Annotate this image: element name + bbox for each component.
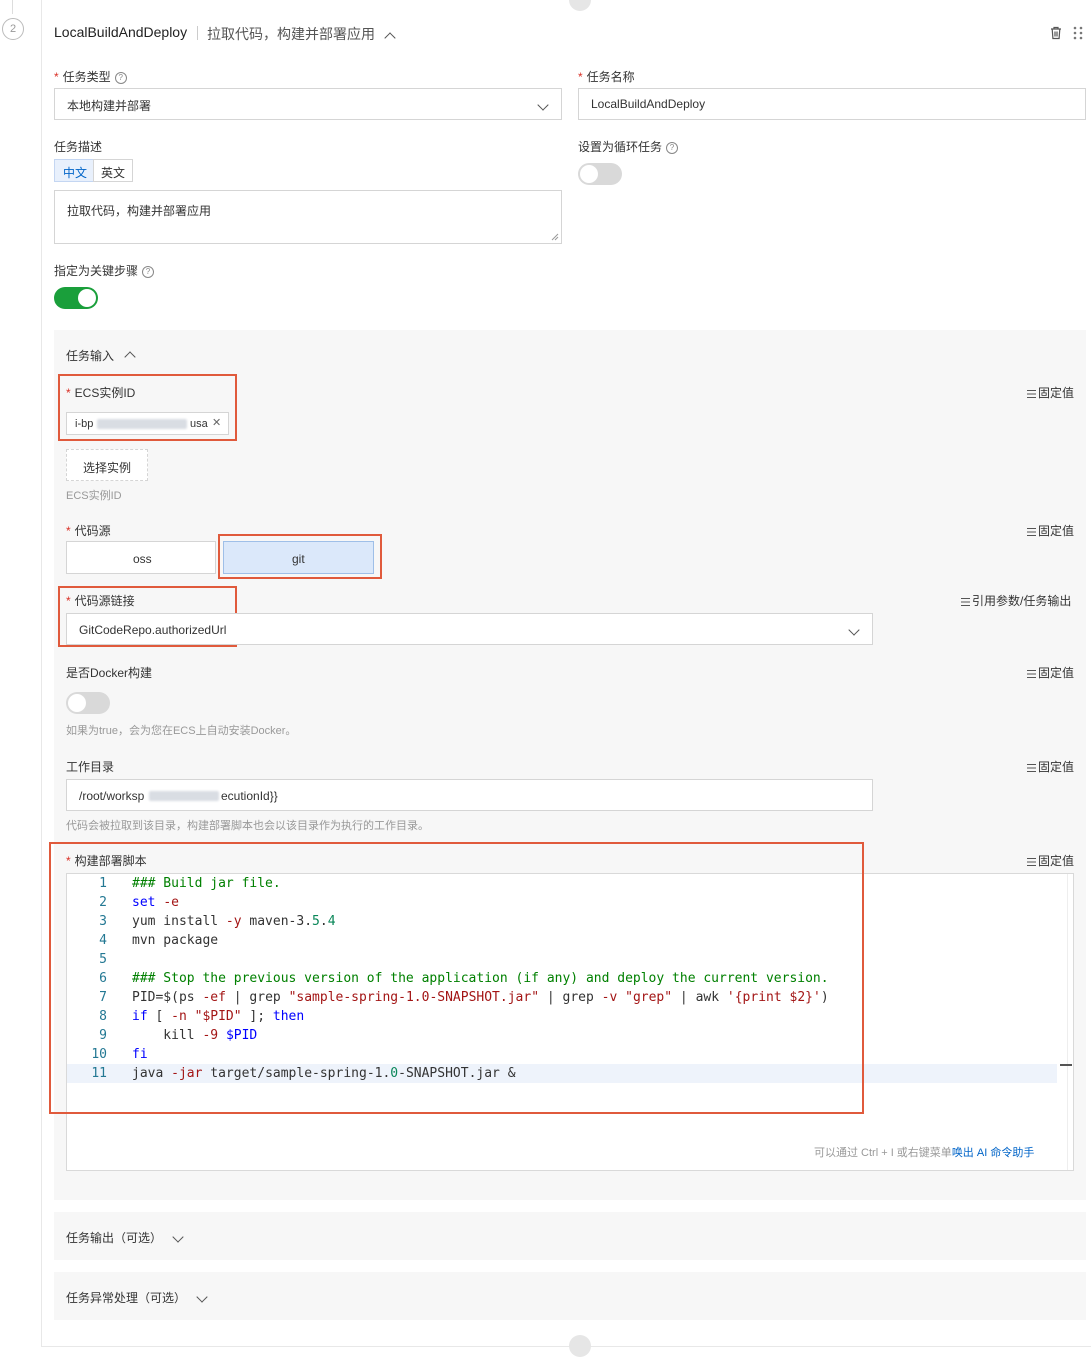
ecs-fixed-value-toggle[interactable]: 固定值 [1027, 384, 1074, 401]
collapse-task-button[interactable] [384, 31, 396, 45]
list-icon [961, 597, 970, 606]
chevron-up-icon [124, 351, 137, 363]
task-name-input[interactable]: LocalBuildAndDeploy [578, 88, 1086, 120]
code-link-select[interactable]: GitCodeRepo.authorizedUrl [66, 613, 873, 645]
task-input-header[interactable]: 任务输入 [66, 347, 137, 364]
task-type-label: * 任务类型? [54, 68, 127, 85]
scrollbar-marker [1060, 1064, 1072, 1066]
task-desc-label: 任务描述 [54, 140, 103, 154]
loop-task-toggle[interactable] [578, 163, 622, 185]
list-icon [1027, 389, 1036, 398]
resize-handle-icon[interactable] [551, 233, 559, 241]
chevron-down-icon [196, 1290, 208, 1304]
lang-tab-zh[interactable]: 中文 [54, 159, 94, 182]
key-step-toggle[interactable] [54, 287, 98, 309]
title-divider [197, 26, 198, 40]
code-link-ref-toggle[interactable]: 引用参数/任务输出 [961, 592, 1071, 609]
help-icon[interactable]: ? [142, 265, 155, 278]
key-step-label: 指定为关键步骤? [54, 262, 155, 279]
ai-assistant-hint: 可以通过 Ctrl + I 或右键菜单唤出 AI 命令助手 [814, 1147, 1035, 1159]
task-desc-textarea[interactable]: 拉取代码，构建并部署应用 [54, 190, 562, 244]
close-icon[interactable]: ✕ [212, 416, 221, 429]
workdir-input[interactable]: /root/worksp ecutionId}} [66, 779, 873, 811]
connector-bottom-dot [569, 1335, 591, 1357]
loop-task-label: 设置为循环任务? [578, 138, 679, 155]
task-exception-section[interactable]: 任务异常处理（可选） [54, 1272, 1086, 1320]
redacted-text [97, 419, 187, 429]
task-subtitle: 拉取代码，构建并部署应用 [207, 26, 375, 42]
docker-build-toggle[interactable] [66, 692, 110, 714]
workdir-hint: 代码会被拉取到该目录，构建部署脚本也会以该目录作为执行的工作目录。 [66, 820, 429, 832]
docker-fixed-value-toggle[interactable]: 固定值 [1027, 664, 1074, 681]
drag-handle-icon[interactable] [1073, 26, 1083, 40]
trash-icon[interactable] [1050, 26, 1062, 40]
workdir-fixed-value-toggle[interactable]: 固定值 [1027, 758, 1074, 775]
scrollbar-track[interactable] [1067, 874, 1068, 1170]
help-icon[interactable]: ? [114, 71, 127, 84]
task-name-label: * 任务名称 [578, 70, 635, 84]
list-icon [1027, 527, 1036, 536]
chevron-down-icon [848, 623, 860, 637]
code-source-option-oss[interactable]: oss [66, 541, 216, 574]
task-type-select[interactable]: 本地构建并部署 [54, 88, 562, 120]
timeline-line [12, 0, 13, 14]
ai-assistant-link[interactable]: 唤出 AI 命令助手 [952, 1147, 1035, 1159]
task-title: LocalBuildAndDeploy [54, 24, 188, 40]
task-output-section[interactable]: 任务输出（可选） [54, 1212, 1086, 1260]
chevron-down-icon [537, 98, 549, 112]
chevron-up-icon [384, 32, 396, 44]
list-icon [1027, 857, 1036, 866]
highlight-script [49, 842, 864, 1114]
docker-build-label: 是否Docker构建 [66, 666, 153, 680]
list-icon [1027, 763, 1036, 772]
help-icon[interactable]: ? [666, 141, 679, 154]
code-link-label: * 代码源链接 [66, 594, 135, 608]
workdir-label: 工作目录 [66, 760, 115, 774]
select-instance-button[interactable]: 选择实例 [66, 449, 148, 481]
code-source-option-git[interactable]: git [223, 541, 374, 574]
code-source-label: * 代码源 [66, 524, 111, 538]
lang-tab-en[interactable]: 英文 [93, 159, 133, 182]
ecs-label: * ECS实例ID [66, 386, 136, 400]
list-icon [1027, 669, 1036, 678]
docker-build-hint: 如果为true，会为您在ECS上自动安装Docker。 [66, 725, 297, 737]
redacted-text [149, 791, 219, 801]
ecs-instance-tag: i-bp usa ✕ [66, 412, 229, 435]
code-source-fixed-value-toggle[interactable]: 固定值 [1027, 522, 1074, 539]
ecs-hint: ECS实例ID [66, 490, 122, 502]
chevron-down-icon [172, 1230, 184, 1244]
step-number-badge: 2 [2, 18, 24, 40]
script-fixed-value-toggle[interactable]: 固定值 [1027, 852, 1074, 869]
